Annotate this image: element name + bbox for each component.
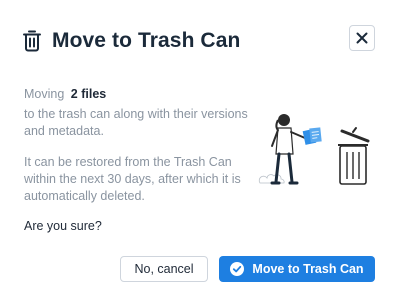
trash-icon	[23, 30, 41, 52]
cancel-button[interactable]: No, cancel	[120, 256, 208, 282]
dialog-title: Move to Trash Can	[52, 29, 241, 52]
moving-summary: Moving 2 files	[24, 86, 256, 103]
close-icon	[356, 32, 368, 44]
person-discarding-files-illustration	[270, 114, 370, 185]
check-circle-icon	[230, 262, 245, 276]
move-to-trash-dialog: Move to Trash Can Moving 2 files to the …	[0, 0, 400, 299]
move-to-trash-label: Move to Trash Can	[252, 262, 364, 276]
dialog-actions: No, cancel Move to Trash Can	[120, 256, 375, 282]
moving-description: to the trash can along with their versio…	[24, 107, 248, 138]
move-to-trash-button[interactable]: Move to Trash Can	[219, 256, 375, 282]
close-button[interactable]	[349, 25, 375, 51]
restore-note: It can be restored from the Trash Can wi…	[24, 155, 241, 203]
moving-count: 2 files	[70, 87, 107, 101]
confirm-question: Are you sure?	[24, 219, 102, 233]
dialog-header: Move to Trash Can	[22, 26, 240, 56]
dialog-body: Moving 2 files to the trash can along wi…	[24, 86, 256, 235]
moving-prefix: Moving	[24, 87, 65, 101]
